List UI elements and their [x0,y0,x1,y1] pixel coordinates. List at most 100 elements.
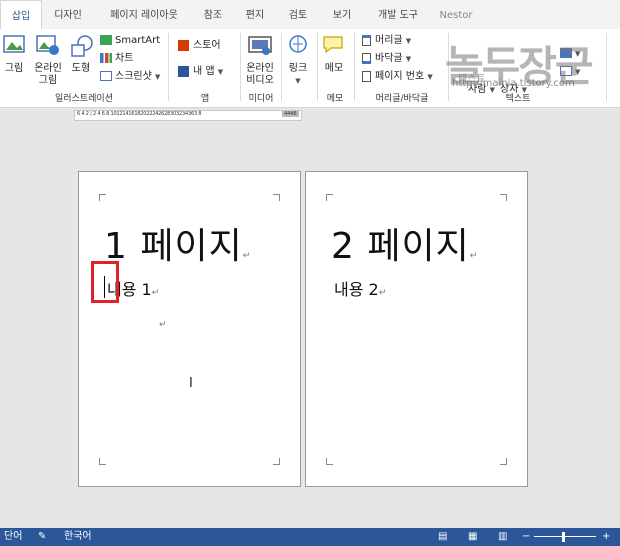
tab-nestor[interactable]: Nestor [436,0,476,29]
footer-button[interactable]: 바닥글 ▼ [362,52,411,66]
my-apps-button[interactable]: 내 앱 ▼ [178,65,223,79]
crop-mark [500,458,507,465]
tab-design[interactable]: 디자인 [44,0,92,29]
page-number-icon [362,70,371,82]
online-picture-icon [36,35,59,55]
page-1[interactable]: 1 페이지↵ 내용 1↵ ↵ I [78,171,301,487]
store-label: 스토어 [193,40,221,51]
smartart-button[interactable]: SmartArt [100,34,160,48]
tab-insert[interactable]: 삽입 [0,0,42,31]
smartart-label: SmartArt [115,35,161,46]
tab-review[interactable]: 검토 [278,0,318,29]
comments-group-label: 메모 [326,94,344,104]
my-apps-label: 내 앱 [193,66,215,77]
page-1-title-text: 1 페이지 [104,226,243,267]
chart-button[interactable]: 차트 [100,52,133,66]
footer-label: 바닥글 [375,53,403,64]
online-video-label-2: 비디오 [246,75,274,86]
illustrations-group-label: 일러스트레이션 [55,94,113,104]
divider [168,33,169,101]
footer-icon [362,52,371,64]
screenshot-dropdown-icon: ▼ [155,73,161,81]
empty-paragraph-mark: ↵ [159,320,167,330]
header-dropdown-icon: ▼ [405,37,412,45]
page-number-button[interactable]: 페이지 번호 ▼ [362,70,433,84]
divider [240,33,241,101]
ribbon-tab-bar: 삽입 디자인 페이지 레이아웃 참조 편지 검토 보기 개발 도구 Nestor [0,0,620,31]
paragraph-mark: ↵ [378,288,387,298]
crop-mark [326,458,333,465]
web-layout-icon[interactable]: ▥ [498,530,507,544]
watermark-url: http://mainia.tistory.com [452,78,575,89]
tab-page-layout[interactable]: 페이지 레이아웃 [96,0,192,29]
read-mode-icon[interactable]: ▤ [438,530,447,544]
divider [354,33,355,101]
chart-label: 차트 [115,53,134,64]
paragraph-mark: ↵ [469,251,479,261]
my-apps-icon [178,65,189,77]
tab-view[interactable]: 보기 [322,0,362,29]
screenshot-button[interactable]: 스크린샷 ▼ [100,70,160,84]
language-indicator[interactable]: 한국어 [64,530,92,544]
page-number-dropdown-icon: ▼ [427,73,433,81]
page-2-body[interactable]: 내용 2↵ [334,276,386,300]
chart-icon [100,53,112,63]
footer-dropdown-icon: ▼ [405,55,412,63]
page-number-label: 페이지 번호 [375,71,425,82]
crop-mark [99,458,106,465]
shapes-icon [71,35,93,57]
link-label: 링크 [288,63,308,74]
page-1-title[interactable]: 1 페이지↵ [104,217,251,269]
header-icon [362,34,371,46]
page-2[interactable]: 2 페이지↵ 내용 2↵ [305,171,528,487]
screenshot-icon [100,71,112,81]
online-picture-label-2: 그림 [38,75,58,86]
shapes-label: 도형 [71,63,91,74]
link-icon [289,35,307,53]
page-2-title[interactable]: 2 페이지↵ [331,217,478,269]
crop-mark [273,194,280,201]
picture-label: 그림 [4,63,24,74]
crop-mark [99,194,106,201]
status-bar: 단어 ✎ 한국어 ▤ ▦ ▥ − + [0,528,620,546]
store-button[interactable]: 스토어 [178,39,221,53]
word-count[interactable]: 단어 [4,530,22,544]
zoom-out-icon[interactable]: − [522,530,530,544]
smartart-icon [100,35,112,45]
paragraph-mark: ↵ [242,251,252,261]
crop-mark [500,194,507,201]
page-2-title-text: 2 페이지 [331,226,470,267]
divider [281,33,282,101]
proofing-icon[interactable]: ✎ [38,530,46,544]
ruler-end-marker[interactable]: 4446 [282,111,299,117]
online-video-icon [248,36,272,55]
page-2-body-text: 내용 2 [334,280,379,299]
tab-references[interactable]: 참조 [194,0,232,29]
header-label: 머리글 [375,35,403,46]
new-comment-icon [323,36,343,54]
online-video-label-1: 온라인 [246,63,274,74]
crop-mark [273,458,280,465]
picture-icon [3,35,25,53]
store-icon [178,39,189,51]
highlight-box [91,261,119,303]
header-button[interactable]: 머리글 ▼ [362,34,411,48]
tab-developer[interactable]: 개발 도구 [366,0,430,29]
zoom-in-icon[interactable]: + [602,530,610,544]
tab-mailings[interactable]: 편지 [236,0,274,29]
media-group-label: 미디어 [248,94,274,104]
screenshot-label: 스크린샷 [115,71,152,82]
apps-group-label: 앱 [200,94,210,104]
header-footer-group-label: 머리글/바닥글 [375,94,429,104]
ruler-scale: 6 4 2 | 2 4 6 8 101214161820222426283032… [77,111,202,117]
divider [606,33,607,101]
crop-mark [326,194,333,201]
zoom-slider[interactable] [534,536,596,537]
zoom-slider-thumb[interactable] [562,532,565,542]
my-apps-dropdown-icon: ▼ [217,68,224,76]
print-layout-icon[interactable]: ▦ [468,530,477,544]
ribbon: 그림 온라인 그림 도형 SmartArt 차트 스크린샷 ▼ 일러스트레이션 … [0,29,620,108]
i-beam-cursor-icon: I [189,376,193,391]
link-dropdown-icon: ▼ [295,77,301,85]
memo-label: 메모 [324,63,344,74]
